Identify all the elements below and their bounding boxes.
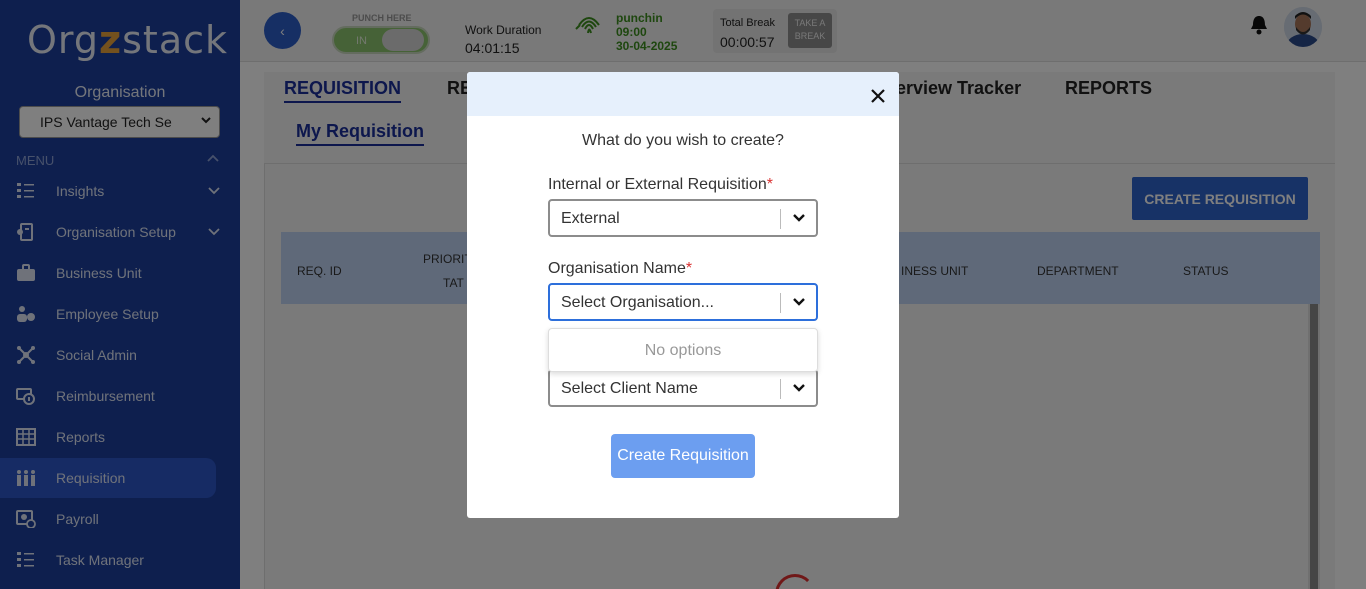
- organisation-name-label-text: Organisation Name: [548, 260, 686, 277]
- requisition-type-label-text: Internal or External Requisition: [548, 176, 767, 193]
- client-name-select[interactable]: Select Client Name: [548, 369, 818, 407]
- close-icon[interactable]: [870, 88, 886, 104]
- required-mark: *: [685, 260, 693, 277]
- modal-header: [467, 72, 899, 116]
- organisation-name-select[interactable]: Select Organisation...: [548, 283, 818, 321]
- organisation-dropdown-menu: No options: [548, 328, 818, 372]
- required-mark: *: [766, 176, 774, 193]
- organisation-name-label: Organisation Name*: [548, 260, 692, 278]
- select-divider: [780, 379, 781, 399]
- chevron-down-icon[interactable]: [792, 383, 806, 393]
- chevron-down-icon[interactable]: [792, 297, 806, 307]
- select-divider: [780, 209, 781, 229]
- modal-question: What do you wish to create?: [582, 132, 784, 149]
- client-name-placeholder: Select Client Name: [561, 380, 698, 397]
- create-requisition-modal: What do you wish to create? Internal or …: [467, 72, 899, 518]
- organisation-name-placeholder: Select Organisation...: [561, 294, 714, 311]
- requisition-type-value: External: [561, 210, 620, 227]
- create-requisition-submit-button[interactable]: Create Requisition: [611, 434, 755, 478]
- requisition-type-label: Internal or External Requisition*: [548, 176, 773, 194]
- chevron-down-icon[interactable]: [792, 213, 806, 223]
- select-divider: [780, 293, 781, 313]
- requisition-type-select[interactable]: External: [548, 199, 818, 237]
